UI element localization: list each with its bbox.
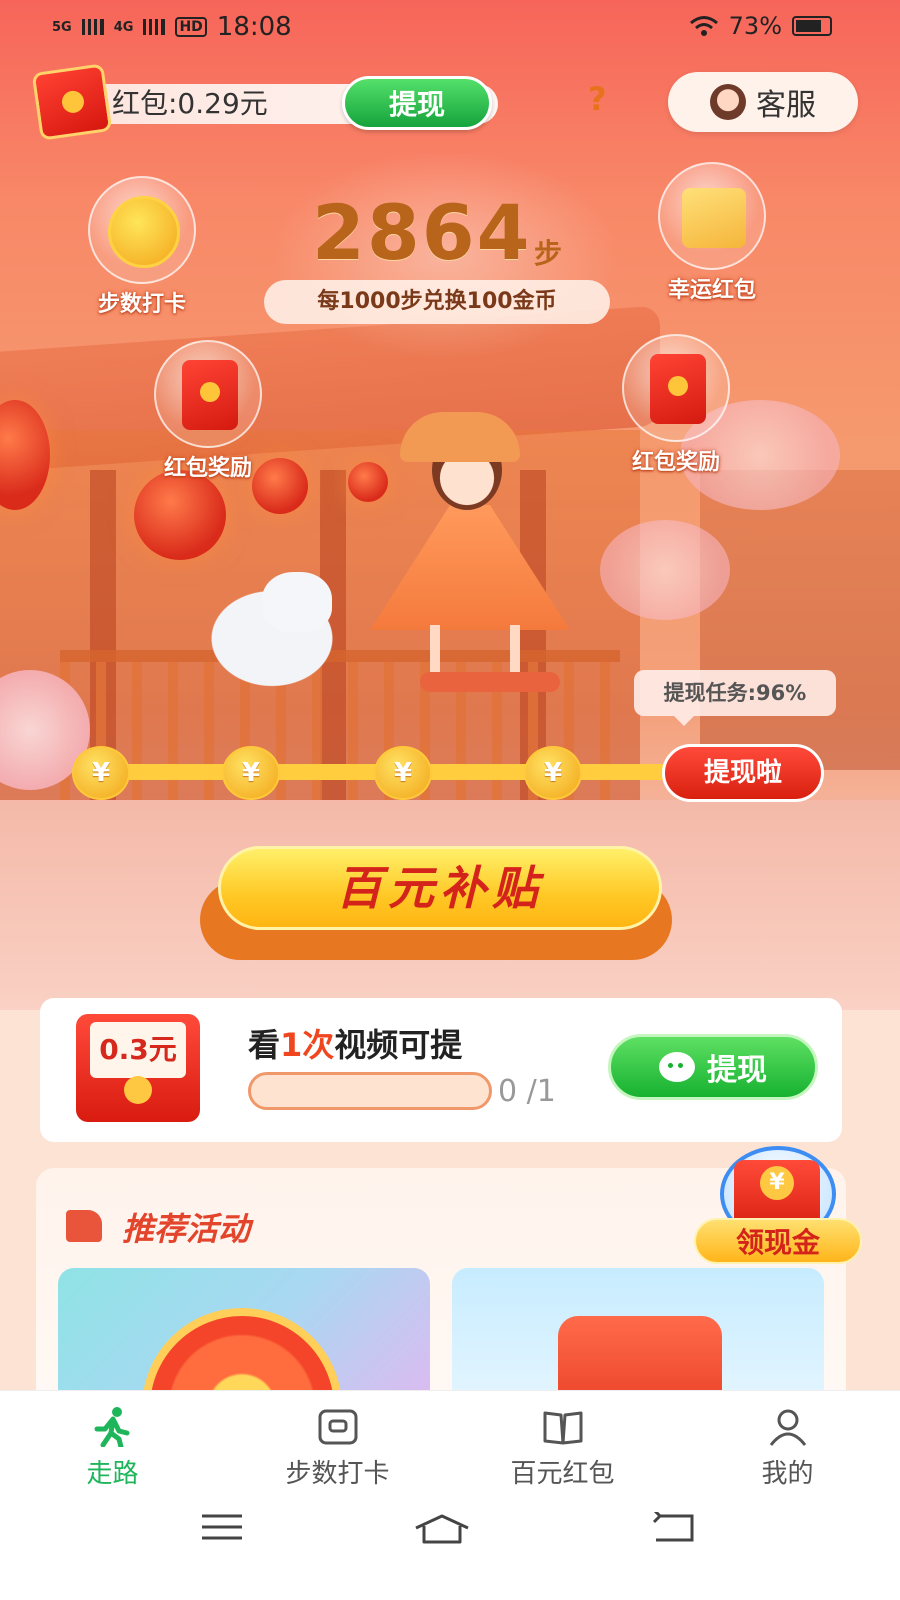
- red-packet-icon: [650, 354, 706, 424]
- hd-badge: HD: [175, 17, 207, 37]
- girl-shoes: [420, 672, 560, 692]
- step-count: 2864: [312, 188, 532, 277]
- video-task-count: 0 /1: [498, 1074, 556, 1109]
- customer-service-label: 客服: [756, 88, 816, 123]
- get-cash-floating-button[interactable]: 领现金: [694, 1146, 862, 1266]
- step-checkin-label: 步数打卡: [97, 292, 186, 317]
- headset-icon: [710, 84, 746, 120]
- network-label-2: 4G: [113, 19, 134, 35]
- battery-icon: [792, 16, 832, 36]
- bottom-navigation: 走路 步数打卡 百元红包 我的: [0, 1390, 900, 1500]
- nav-walk[interactable]: 走路: [0, 1391, 225, 1500]
- video-withdraw-label: 提现: [707, 1053, 767, 1088]
- nav-hundred-red-packet-label: 百元红包: [510, 1459, 615, 1489]
- recommended-activities-title: 推荐活动: [122, 1210, 251, 1248]
- video-task-total: /1: [517, 1074, 556, 1109]
- signal-icon: [81, 19, 104, 35]
- nav-mine-label: 我的: [761, 1459, 814, 1489]
- coin-milestone[interactable]: ¥: [524, 746, 582, 800]
- video-task-done: 0: [498, 1074, 518, 1109]
- video-task-progress-bar: [248, 1072, 492, 1110]
- exchange-rule: 每1000步兑换100金币: [264, 280, 610, 324]
- red-packet-reward-right[interactable]: 红包奖励: [616, 334, 736, 476]
- nav-hundred-red-packet[interactable]: 百元红包: [450, 1391, 675, 1500]
- gold-envelope-icon: [682, 188, 746, 248]
- dog-head: [262, 572, 332, 632]
- video-task-count-highlight: 1次: [280, 1026, 335, 1064]
- coin-milestone[interactable]: ¥: [72, 746, 130, 800]
- lucky-red-packet-orb: [658, 162, 766, 270]
- red-packet-icon: [31, 63, 113, 141]
- help-icon[interactable]: ?: [588, 80, 607, 118]
- network-label-1: 5G: [52, 19, 72, 35]
- book-icon: [543, 1411, 582, 1445]
- hundred-yuan-subsidy-button[interactable]: 百元补贴: [218, 846, 662, 930]
- video-task-title-prefix: 看: [248, 1026, 281, 1064]
- blossom: [600, 520, 730, 620]
- red-packet-icon: [182, 360, 238, 430]
- thumbs-up-icon: [66, 1210, 102, 1242]
- red-packet-knob: [124, 1076, 152, 1104]
- distant-building: [700, 470, 900, 770]
- step-unit: 步: [534, 237, 563, 270]
- customer-service-button[interactable]: 客服: [668, 72, 858, 132]
- video-task-title-suffix: 视频可提: [334, 1026, 463, 1064]
- get-cash-label: 领现金: [694, 1218, 862, 1264]
- wallet-icon: [318, 1409, 357, 1445]
- coin-milestone[interactable]: ¥: [222, 746, 280, 800]
- video-withdraw-button[interactable]: 提现: [608, 1034, 818, 1100]
- red-packet-reward-orb: [154, 340, 262, 448]
- nav-mine[interactable]: 我的: [675, 1391, 900, 1500]
- lantern: [134, 470, 226, 560]
- red-packet-reward-icon: 0.3元: [76, 1014, 200, 1122]
- battery-percent: 73%: [728, 12, 782, 40]
- status-bar: 5G 4G HD 18:08 73%: [0, 0, 900, 56]
- step-checkin-orb: [88, 176, 196, 284]
- cash-out-button[interactable]: 提现啦: [662, 744, 824, 802]
- wifi-icon: [689, 16, 718, 36]
- withdraw-button[interactable]: 提现: [342, 76, 492, 130]
- wechat-icon: [659, 1052, 695, 1082]
- red-packet-reward-orb: [622, 334, 730, 442]
- girl-hat: [400, 412, 520, 462]
- signal-icon: [143, 19, 166, 35]
- video-task-title: 看1次视频可提: [248, 1020, 462, 1066]
- nav-step-checkin[interactable]: 步数打卡: [225, 1391, 450, 1500]
- coin-milestone[interactable]: ¥: [374, 746, 432, 800]
- home-icon[interactable]: [412, 1512, 472, 1546]
- nav-step-checkin-label: 步数打卡: [285, 1459, 390, 1489]
- menu-icon[interactable]: [200, 1512, 244, 1542]
- lantern: [348, 462, 388, 502]
- red-packet-reward-label: 红包奖励: [631, 450, 720, 475]
- lucky-red-packet-feature[interactable]: 幸运红包: [652, 162, 772, 304]
- red-packet-balance: 红包:0.29元: [112, 87, 268, 120]
- red-packet-amount: 0.3元: [90, 1022, 186, 1078]
- footprint-coin-icon: [108, 196, 180, 268]
- clock: 18:08: [216, 12, 292, 42]
- back-icon[interactable]: [650, 1512, 696, 1544]
- lucky-red-packet-label: 幸运红包: [667, 278, 756, 303]
- red-packet-reward-label: 红包奖励: [163, 456, 252, 481]
- walking-icon: [94, 1407, 129, 1447]
- nav-walk-label: 走路: [86, 1459, 139, 1489]
- withdraw-task-progress: 提现任务:96%: [634, 670, 836, 726]
- step-checkin-feature[interactable]: 步数打卡: [82, 176, 202, 318]
- red-packet-reward-left[interactable]: 红包奖励: [148, 340, 268, 482]
- person-icon: [769, 1409, 806, 1446]
